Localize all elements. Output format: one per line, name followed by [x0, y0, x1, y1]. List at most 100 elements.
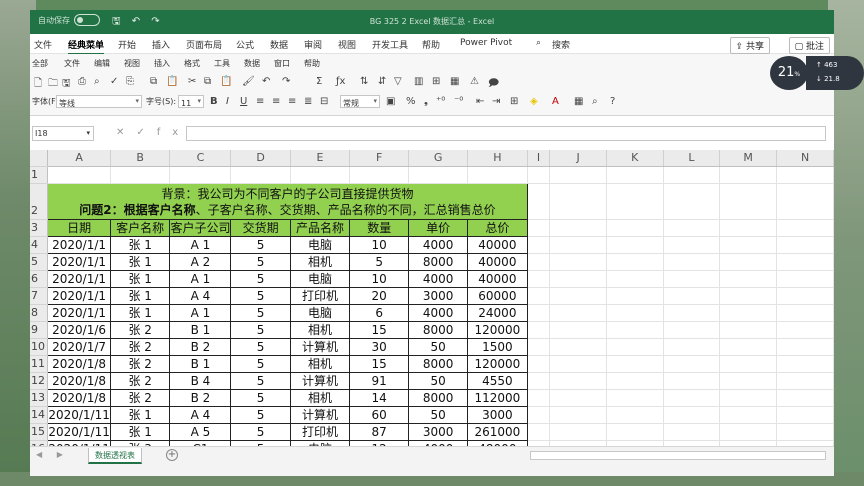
cell[interactable] — [527, 236, 551, 254]
cell[interactable] — [467, 166, 528, 184]
data-cell[interactable]: 40000 — [467, 270, 528, 288]
tab-page-layout[interactable]: 页面布局 — [186, 38, 222, 51]
row-header[interactable]: 4 — [30, 236, 49, 254]
data-cell[interactable]: B 1 — [169, 321, 232, 339]
data-cell[interactable]: 40000 — [467, 253, 528, 271]
undo-icon[interactable]: ↶ — [262, 76, 270, 87]
cell[interactable] — [719, 372, 778, 390]
cell[interactable] — [527, 183, 551, 220]
data-cell[interactable]: 6 — [349, 304, 410, 322]
cell[interactable] — [606, 423, 664, 441]
cell[interactable] — [527, 355, 551, 373]
fill-color-icon[interactable]: ◈ — [530, 96, 538, 107]
cell[interactable] — [719, 183, 778, 220]
filter-icon[interactable]: ▽ — [394, 76, 402, 87]
cell[interactable] — [663, 338, 721, 356]
data-cell[interactable]: A 1 — [169, 270, 232, 288]
data-cell[interactable]: 14 — [349, 389, 410, 407]
cell[interactable] — [776, 338, 834, 356]
add-sheet-button[interactable]: + — [166, 449, 178, 461]
data-cell[interactable]: 张 1 — [109, 236, 171, 254]
data-cell[interactable]: 张 2 — [109, 355, 171, 373]
column-header[interactable]: D — [230, 150, 291, 167]
cell[interactable] — [549, 372, 607, 390]
data-cell[interactable]: 3000 — [408, 287, 469, 305]
comment-button[interactable]: ▢ 批注 — [788, 37, 830, 54]
function-icon[interactable]: ƒx — [336, 76, 345, 87]
cell[interactable] — [549, 166, 607, 184]
cell[interactable] — [606, 389, 664, 407]
save-icon[interactable]: 🖫 — [62, 76, 71, 93]
cell[interactable] — [719, 423, 778, 441]
chart-icon[interactable]: ▥ — [414, 76, 423, 87]
cell[interactable] — [776, 253, 834, 271]
cell[interactable] — [663, 372, 721, 390]
data-cell[interactable]: 5 — [349, 253, 410, 271]
column-header[interactable]: C — [169, 150, 232, 167]
data-cell[interactable]: 120000 — [467, 355, 528, 373]
data-cell[interactable]: 2020/1/11 — [47, 423, 111, 441]
paste-icon[interactable]: 📋 — [166, 76, 178, 87]
merge-icon[interactable]: ⊟ — [320, 96, 328, 107]
data-cell[interactable]: 5 — [230, 423, 291, 441]
cell[interactable] — [663, 236, 721, 254]
cell[interactable] — [527, 219, 551, 237]
data-cell[interactable]: 5 — [230, 338, 291, 356]
warning-icon[interactable]: ⚠ — [470, 76, 479, 87]
speed-widget[interactable]: 21% — [770, 56, 808, 90]
align-right-icon[interactable]: ≡ — [288, 96, 296, 107]
data-cell[interactable]: 2020/1/8 — [47, 389, 111, 407]
banner-cell[interactable]: 背景：我公司为不同客户的子公司直接提供货物 问题2：根据客户名称、子客户名称、交… — [47, 183, 528, 220]
data-cell[interactable]: 2020/1/1 — [47, 304, 111, 322]
data-cell[interactable]: 2020/1/1 — [47, 253, 111, 271]
data-cell[interactable]: 张 2 — [109, 372, 171, 390]
tab-view[interactable]: 视图 — [338, 38, 356, 51]
cell[interactable] — [549, 338, 607, 356]
formula-input[interactable] — [186, 126, 826, 141]
column-header[interactable]: L — [663, 150, 721, 167]
percent-icon[interactable]: % — [406, 96, 416, 107]
cell[interactable] — [549, 406, 607, 424]
cell[interactable] — [606, 372, 664, 390]
cell[interactable] — [776, 423, 834, 441]
cell[interactable] — [349, 166, 410, 184]
cell[interactable] — [719, 236, 778, 254]
data-cell[interactable]: 张 1 — [109, 270, 171, 288]
cell[interactable] — [527, 287, 551, 305]
open-folder-icon[interactable]: 🗀 — [48, 76, 58, 93]
outdent-icon[interactable]: ⇥ — [492, 96, 500, 107]
data-cell[interactable]: 电脑 — [289, 304, 351, 322]
column-header[interactable]: I — [527, 150, 551, 167]
cell[interactable] — [663, 287, 721, 305]
cell[interactable] — [549, 270, 607, 288]
data-cell[interactable]: 3000 — [408, 423, 469, 441]
data-cell[interactable]: 2020/1/1 — [47, 270, 111, 288]
sort-descending-icon[interactable]: ⇵ — [378, 76, 386, 87]
italic-icon[interactable]: I — [226, 96, 229, 107]
data-cell[interactable]: 30 — [349, 338, 410, 356]
cancel-icon[interactable]: ✕ — [116, 127, 136, 138]
cell[interactable] — [663, 183, 721, 220]
select-all-corner[interactable] — [30, 150, 49, 167]
data-cell[interactable]: 打印机 — [289, 423, 351, 441]
format-painter-icon[interactable]: 🖌 — [242, 76, 255, 87]
menu-help[interactable]: 帮助 — [304, 58, 320, 69]
cell[interactable] — [663, 304, 721, 322]
data-cell[interactable]: 120000 — [467, 321, 528, 339]
sort-ascending-icon[interactable]: ⇅ — [360, 76, 368, 87]
row-header[interactable]: 5 — [30, 253, 49, 271]
cell[interactable] — [549, 183, 607, 220]
cell[interactable] — [527, 321, 551, 339]
search-icon[interactable]: ⌕ — [536, 38, 541, 48]
cell[interactable] — [719, 287, 778, 305]
cell[interactable] — [719, 406, 778, 424]
font-size-select[interactable]: 11 ▾ — [178, 95, 204, 108]
cell[interactable] — [606, 338, 664, 356]
data-cell[interactable]: 5 — [230, 253, 291, 271]
cell[interactable] — [776, 372, 834, 390]
tab-data[interactable]: 数据 — [270, 38, 288, 51]
cell[interactable] — [606, 183, 664, 220]
row-header[interactable]: 2 — [30, 183, 49, 220]
data-cell[interactable]: 3000 — [467, 406, 528, 424]
cell[interactable] — [663, 166, 721, 184]
